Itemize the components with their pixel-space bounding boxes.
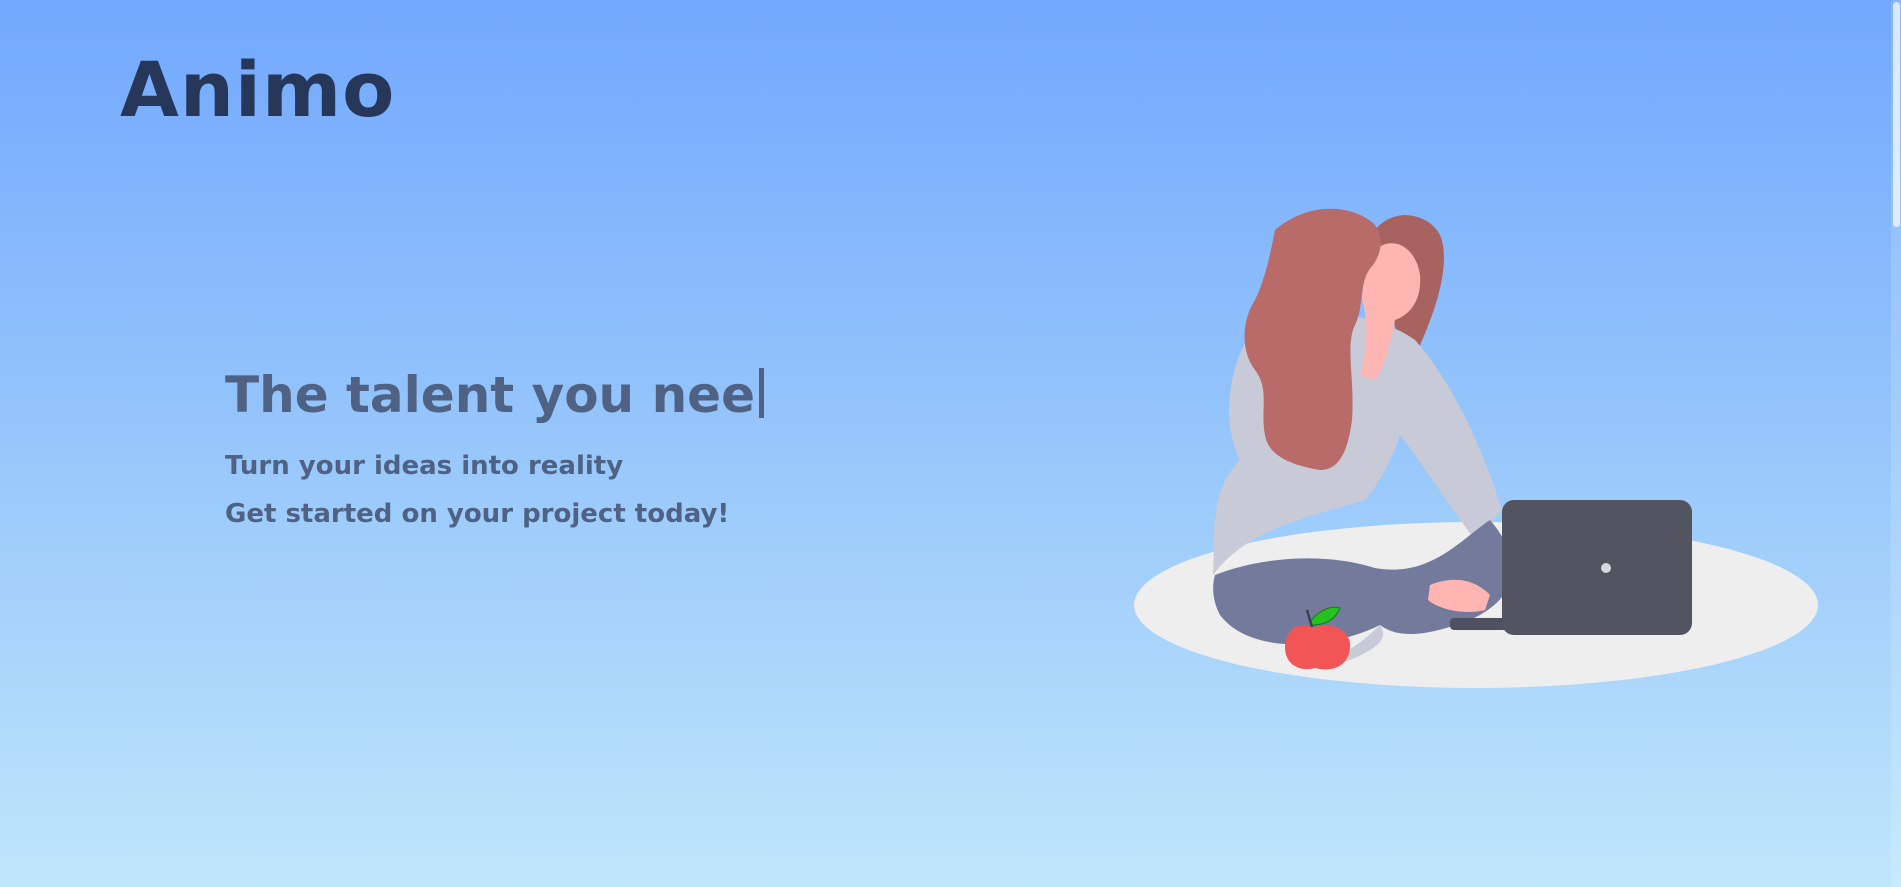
typing-cursor xyxy=(758,368,764,418)
hero-headline-text: The talent you nee xyxy=(225,366,755,424)
laptop-logo xyxy=(1601,563,1611,573)
site-logo[interactable]: Animo xyxy=(120,52,395,128)
page-scrollbar[interactable] xyxy=(1891,0,1901,887)
hero-headline: The talent you nee xyxy=(225,365,764,425)
laptop-screen xyxy=(1502,500,1692,635)
apple xyxy=(1285,625,1351,670)
scrollbar-thumb[interactable] xyxy=(1893,2,1900,227)
hero-subtagline: Get started on your project today! xyxy=(225,499,730,530)
hero-section: The talent you nee Turn your ideas into … xyxy=(225,365,764,530)
woman-laptop-illustration xyxy=(1134,208,1818,688)
hero-tagline: Turn your ideas into reality xyxy=(225,451,624,481)
